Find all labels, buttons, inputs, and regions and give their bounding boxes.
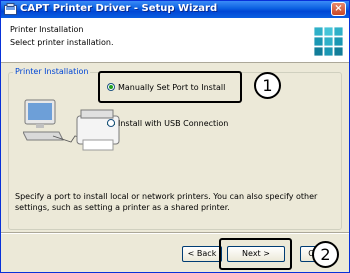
- radio-manual-port-label[interactable]: Manually Set Port to Install: [118, 83, 225, 92]
- setup-cube-icon: [313, 26, 344, 57]
- radio-usb-connection[interactable]: Install with USB Connection: [107, 116, 228, 130]
- close-icon: ×: [334, 3, 343, 14]
- page-title: Printer Installation: [10, 25, 84, 34]
- radio-manual-port[interactable]: Manually Set Port to Install: [107, 80, 225, 94]
- annotation-marker-2: 2: [312, 241, 339, 268]
- window-title: CAPT Printer Driver - Setup Wizard: [20, 3, 218, 14]
- back-button[interactable]: < Back: [182, 246, 222, 262]
- description-text: Specify a port to install local or netwo…: [15, 192, 318, 212]
- close-button[interactable]: ×: [331, 2, 346, 16]
- radio-usb-label[interactable]: Install with USB Connection: [118, 119, 228, 128]
- annotation-marker-2-text: 2: [320, 245, 331, 264]
- page-subtitle: Select printer installation.: [10, 38, 114, 47]
- wizard-header: Printer Installation Select printer inst…: [1, 18, 349, 63]
- annotation-marker-1-text: 1: [262, 76, 273, 95]
- radio-button[interactable]: [107, 83, 115, 91]
- annotation-marker-1: 1: [254, 72, 281, 99]
- radio-button[interactable]: [107, 119, 115, 127]
- separator: [1, 232, 349, 234]
- callout-box-next: [219, 238, 292, 270]
- setup-app-icon: [4, 3, 17, 15]
- title-bar[interactable]: CAPT Printer Driver - Setup Wizard ×: [1, 1, 349, 18]
- setup-wizard-window: CAPT Printer Driver - Setup Wizard × Pri…: [0, 0, 350, 273]
- group-label: Printer Installation: [13, 67, 91, 76]
